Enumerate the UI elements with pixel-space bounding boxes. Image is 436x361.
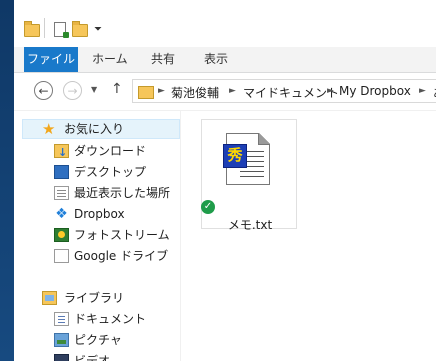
favorites-label: お気に入り <box>64 122 125 136</box>
sidebar-item-label: ピクチャ <box>74 333 122 347</box>
sidebar-item-label: Dropbox <box>74 207 125 221</box>
breadcrumb-separator-icon[interactable]: ► <box>229 86 236 96</box>
sidebar-item-label: 最近表示した場所 <box>74 186 171 200</box>
address-bar[interactable]: ► 菊池俊輔 ► マイドキュメント ► My Dropbox ► あ <box>132 79 436 103</box>
tab-file[interactable]: ファイル <box>24 47 78 72</box>
breadcrumb-user[interactable]: 菊池俊輔 <box>171 84 219 101</box>
libraries-label: ライブラリ <box>64 291 125 305</box>
desktop-icon <box>54 165 69 179</box>
title-bar: ⏷ <box>14 0 436 44</box>
file-item[interactable]: 秀 ✓ メモ.txt <box>201 119 297 232</box>
downloads-icon <box>54 143 69 163</box>
recent-locations-icon[interactable]: ▼ <box>91 85 97 94</box>
window-folder-icon[interactable] <box>24 21 40 37</box>
hidemaru-app-icon: 秀 <box>223 144 247 168</box>
new-folder-icon[interactable] <box>72 21 88 37</box>
sidebar-item-label: Google ドライブ <box>74 249 169 263</box>
tab-home[interactable]: ホーム <box>92 47 128 72</box>
properties-icon[interactable] <box>52 22 69 38</box>
sidebar-item-label: ビデオ <box>74 354 111 361</box>
navigation-pane: ★ お気に入り ダウンロード デスクトップ 最近表示した場所 ❖ Dropbox… <box>14 111 180 361</box>
sidebar-item-label: フォトストリーム <box>74 228 170 242</box>
up-button[interactable]: ↑ <box>111 81 123 97</box>
sidebar-item-label: デスクトップ <box>74 165 147 179</box>
file-list-area[interactable]: 秀 ✓ メモ.txt <box>181 111 436 361</box>
ribbon-tabs: ファイル ホーム 共有 表示 <box>14 47 436 73</box>
videos-icon <box>54 354 69 361</box>
page-fold <box>258 133 270 145</box>
sidebar-item-label: ドキュメント <box>74 312 147 326</box>
libraries-icon <box>42 291 57 305</box>
google-drive-icon <box>54 249 69 263</box>
back-button[interactable]: ← <box>34 81 53 100</box>
toolbar-divider <box>44 18 45 38</box>
star-icon: ★ <box>42 120 56 138</box>
breadcrumb-my-documents[interactable]: マイドキュメント <box>243 84 339 101</box>
sync-status-icon: ✓ <box>201 200 215 214</box>
pictures-icon <box>54 333 69 347</box>
breadcrumb-separator-icon[interactable]: ► <box>158 86 165 96</box>
explorer-window: ⏷ ファイル ホーム 共有 表示 ← → ▼ ↑ ► 菊池俊輔 ► マイドキュメ… <box>14 0 436 361</box>
photo-stream-icon <box>54 228 69 242</box>
documents-icon <box>54 312 69 326</box>
tab-view[interactable]: 表示 <box>204 47 228 72</box>
breadcrumb-separator-icon[interactable]: ► <box>327 86 334 96</box>
customize-toolbar-icon[interactable]: ⏷ <box>94 24 102 35</box>
breadcrumb-separator-icon[interactable]: ► <box>419 86 426 96</box>
dropbox-icon: ❖ <box>55 206 68 222</box>
forward-button[interactable]: → <box>63 81 82 100</box>
breadcrumb-my-dropbox[interactable]: My Dropbox <box>339 84 411 98</box>
address-folder-icon <box>138 86 154 99</box>
navigation-bar: ← → ▼ ↑ ► 菊池俊輔 ► マイドキュメント ► My Dropbox ►… <box>14 73 436 111</box>
recent-places-icon <box>54 186 69 200</box>
tab-share[interactable]: 共有 <box>151 47 175 72</box>
text-file-icon: 秀 <box>223 133 270 185</box>
desktop-background <box>0 0 14 361</box>
file-name: メモ.txt <box>227 218 273 232</box>
sidebar-item-label: ダウンロード <box>74 144 147 158</box>
